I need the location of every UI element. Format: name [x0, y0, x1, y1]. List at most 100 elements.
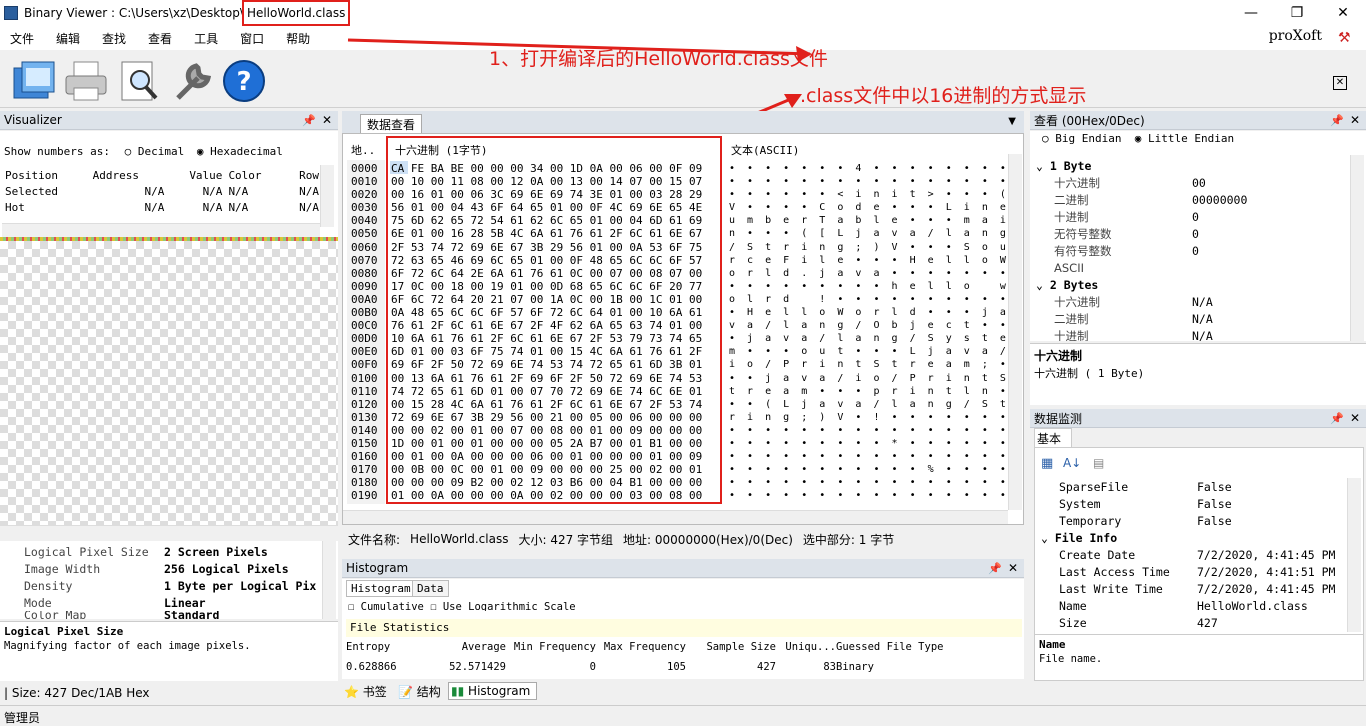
property-row[interactable]: ASCII — [1030, 259, 1350, 276]
props-scrollbar[interactable] — [322, 541, 336, 619]
sort-az-icon[interactable]: A↓ — [1063, 456, 1081, 470]
property-section[interactable]: ⌄ File Info — [1035, 529, 1347, 546]
property-row[interactable]: Name HelloWorld.class — [1035, 597, 1347, 614]
close-icon[interactable]: ✕ — [1350, 113, 1360, 127]
visualizer-image[interactable] — [0, 241, 338, 525]
menu-window[interactable]: 窗口 — [230, 30, 274, 47]
property-row[interactable]: 十六进制 00 — [1030, 174, 1350, 191]
hex-line: • • j a v a / i o / P r i n t S — [729, 372, 1006, 384]
radio-little-endian[interactable]: Little Endian — [1148, 132, 1234, 145]
menu-view[interactable]: 查看 — [138, 30, 182, 47]
inspector-scrollbar[interactable] — [1350, 155, 1364, 341]
dropdown-arrow-icon[interactable]: ▼ — [1008, 116, 1016, 127]
hex-line: 0140 — [351, 423, 378, 437]
radio-hexadecimal[interactable]: ◉ Hexadecimal — [197, 145, 283, 158]
tab-basic[interactable]: 基本 — [1034, 428, 1073, 449]
print-icon[interactable] — [62, 58, 110, 104]
property-row[interactable]: 二进制 00000000 — [1030, 191, 1350, 208]
minimize-button[interactable]: — — [1228, 0, 1274, 26]
property-row[interactable]: 十进制 N/A — [1030, 327, 1350, 342]
prop-value[interactable]: 2 Screen Pixels — [164, 545, 268, 559]
hex-hscroll[interactable] — [343, 510, 1008, 524]
hex-line: 00A0 — [351, 292, 378, 306]
prop-value[interactable]: Linear — [164, 596, 206, 610]
pin-icon[interactable]: 📌 — [1330, 412, 1344, 425]
highlight-hex-box — [386, 136, 722, 504]
visualizer-table-hscroll[interactable] — [2, 223, 320, 237]
property-row[interactable]: Last Access Time 7/2/2020, 4:41:51 PM — [1035, 563, 1347, 580]
prop-value[interactable]: 256 Logical Pixels — [164, 562, 289, 576]
visualizer-header: Visualizer 📌 ✕ — [0, 111, 338, 130]
property-key: 二进制 — [1054, 192, 1089, 207]
property-value: N/A — [1192, 328, 1213, 342]
tab-histogram[interactable]: Histogram — [346, 580, 416, 597]
prop-value[interactable]: Standard — [164, 611, 219, 619]
menu-help[interactable]: 帮助 — [276, 30, 320, 47]
property-row[interactable]: 无符号整数 0 — [1030, 225, 1350, 242]
col-address: 地.. — [351, 144, 376, 157]
tab-histogram-bottom[interactable]: ▮▮ Histogram — [448, 682, 538, 700]
inspector-header: 查看 (00Hex/0Dec) 📌 ✕ — [1030, 111, 1366, 130]
close-doc-icon[interactable]: ✕ — [1333, 76, 1347, 90]
col-text: 文本(ASCII) — [731, 144, 800, 157]
stats-value-cell: 83 — [823, 661, 836, 673]
prop-value[interactable]: 1 Byte per Logical Pix — [164, 579, 316, 593]
tab-data-view[interactable]: 数据查看 — [360, 114, 423, 133]
visualizer-hscroll[interactable] — [0, 525, 338, 539]
pin-icon[interactable]: 📌 — [988, 562, 1002, 575]
radio-big-endian[interactable]: Big Endian — [1055, 132, 1121, 145]
settings-wrench-icon[interactable] — [168, 58, 216, 104]
property-row[interactable]: 二进制 N/A — [1030, 310, 1350, 327]
table-row[interactable]: Selected N/A N/A N/A N/A — [2, 183, 322, 199]
table-row[interactable]: Hot N/A N/A N/A N/A — [2, 199, 322, 215]
tab-structure[interactable]: 📝 结构 — [398, 683, 441, 700]
menu-find[interactable]: 查找 — [92, 30, 136, 47]
close-button[interactable]: ✕ — [1320, 0, 1366, 26]
property-row[interactable]: Last Write Time 7/2/2020, 4:41:45 PM — [1035, 580, 1347, 597]
log-scale-checkbox[interactable]: Use Logarithmic Scale — [443, 601, 576, 611]
open-folder-icon[interactable] — [10, 58, 58, 104]
close-icon[interactable]: ✕ — [1008, 561, 1018, 575]
hex-line: • • • • • • • • • * • • • • • • — [729, 437, 1006, 449]
property-key: 有符号整数 — [1054, 243, 1112, 258]
tab-bookmarks[interactable]: ⭐ 书签 — [344, 683, 387, 700]
hex-line: 0150 — [351, 436, 378, 450]
preview-icon[interactable] — [116, 58, 164, 104]
menu-tools[interactable]: 工具 — [184, 30, 228, 47]
address-column: 0000 0010 0020 0030 0040 0050 0060 0070 0080 0090… — [351, 162, 378, 502]
radio-decimal[interactable]: ○ Decimal — [125, 145, 185, 158]
file-statistics-title: File Statistics — [346, 619, 1022, 637]
property-pages-icon[interactable]: ▤ — [1093, 456, 1104, 470]
property-row[interactable]: Size 427 — [1035, 614, 1347, 631]
menu-edit[interactable]: 编辑 — [46, 30, 90, 47]
cumulative-checkbox[interactable]: Cumulative — [361, 601, 424, 611]
property-row[interactable]: 十六进制 N/A — [1030, 293, 1350, 310]
categorized-icon[interactable]: ▦ — [1041, 456, 1053, 471]
stats-value-cell: Binary — [836, 661, 874, 673]
monitor-scrollbar[interactable] — [1347, 478, 1361, 632]
visualizer-table-scrollbar[interactable] — [320, 165, 334, 227]
property-key: Temporary — [1059, 513, 1122, 528]
pin-icon[interactable]: 📌 — [302, 114, 316, 127]
property-key: SparseFile — [1059, 479, 1129, 494]
property-value: 0 — [1192, 243, 1199, 258]
ascii-column[interactable]: • • • • • • • 4 • • • • • • • • • • • • •… — [729, 162, 1006, 502]
property-row[interactable]: 有符号整数 0 — [1030, 242, 1350, 259]
property-row[interactable]: SparseFile False — [1035, 478, 1347, 495]
property-row[interactable]: Temporary False — [1035, 512, 1347, 529]
close-icon[interactable]: ✕ — [1350, 411, 1360, 425]
property-section[interactable]: ⌄ 1 Byte — [1030, 157, 1350, 174]
hex-line: v a / l a n g / O b j e c t • • — [729, 320, 1006, 332]
close-icon[interactable]: ✕ — [322, 113, 332, 127]
tab-data[interactable]: Data — [412, 580, 449, 597]
pin-icon[interactable]: 📌 — [1330, 114, 1344, 127]
help-icon[interactable]: ? — [220, 58, 268, 104]
maximize-button[interactable]: ❐ — [1274, 0, 1320, 26]
property-row[interactable]: System False — [1035, 495, 1347, 512]
menu-file[interactable]: 文件 — [0, 30, 44, 47]
property-row[interactable]: Create Date 7/2/2020, 4:41:45 PM — [1035, 546, 1347, 563]
col-value: Value — [189, 168, 223, 182]
property-row[interactable]: 十进制 0 — [1030, 208, 1350, 225]
hex-vscroll[interactable] — [1008, 154, 1022, 510]
property-section[interactable]: ⌄ 2 Bytes — [1030, 276, 1350, 293]
